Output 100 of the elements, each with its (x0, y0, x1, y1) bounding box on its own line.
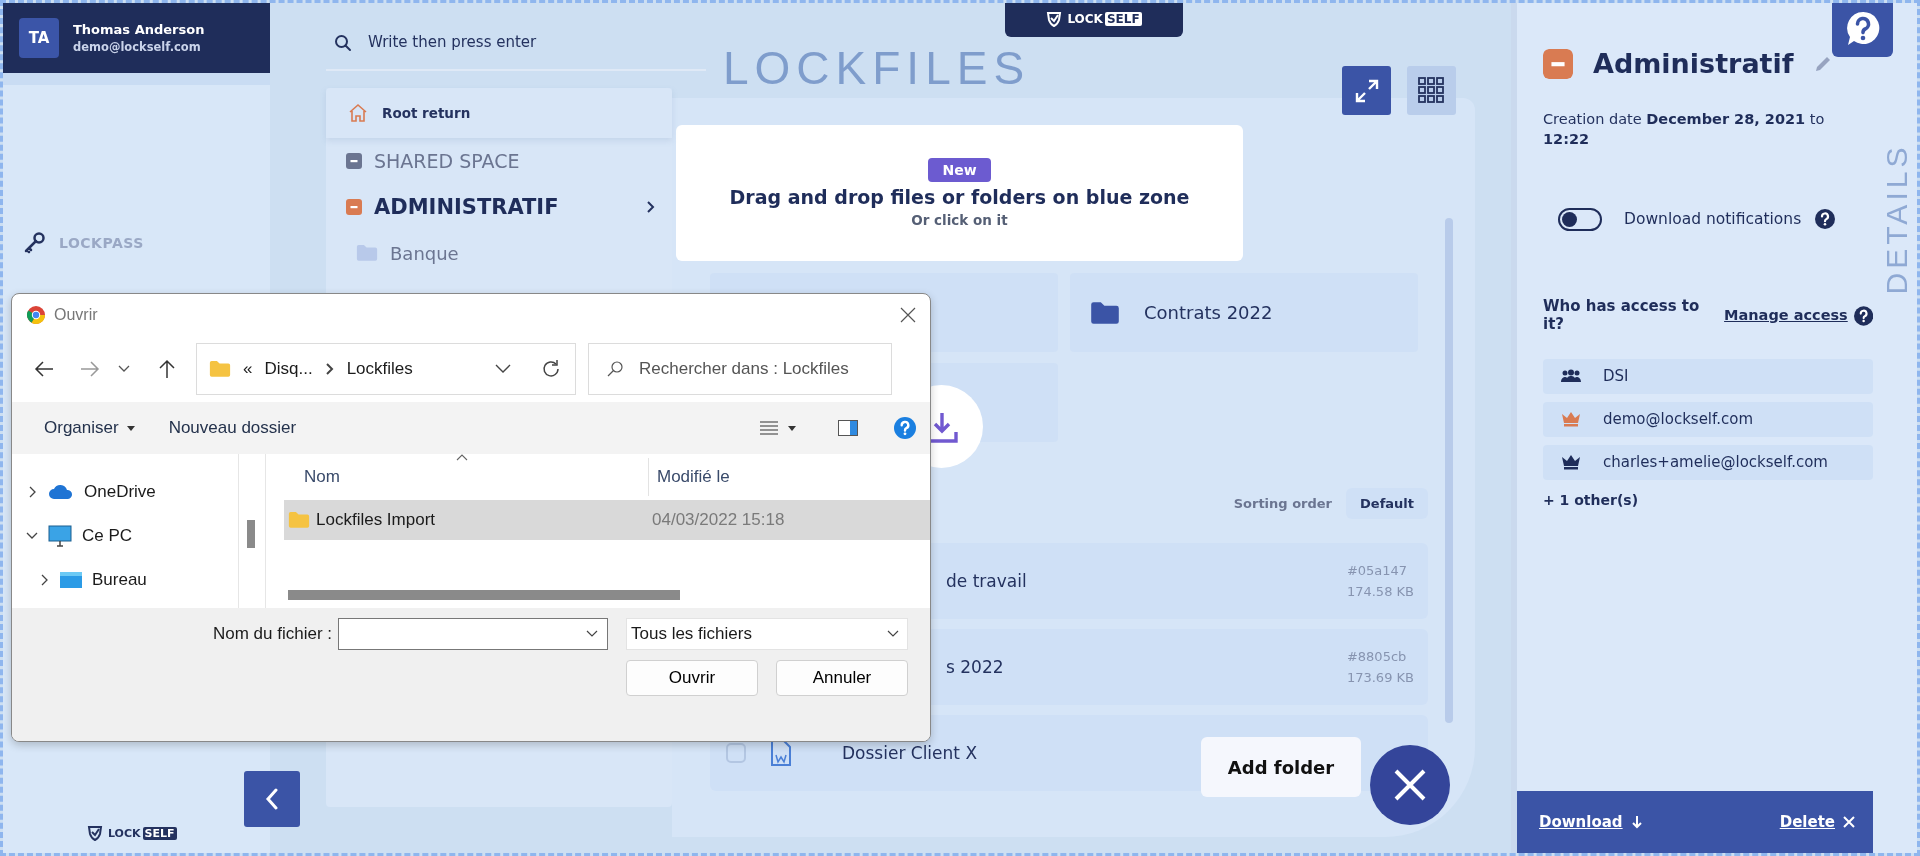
chevron-down-icon[interactable] (118, 365, 130, 373)
folder-icon (209, 360, 231, 378)
close-icon (1392, 767, 1428, 803)
chevron-down-icon (887, 630, 899, 638)
dialog-button[interactable]: Annuler (776, 660, 908, 696)
organize-menu[interactable]: Organiser (40, 414, 139, 442)
search-icon (606, 360, 624, 378)
folder-tile[interactable]: Contrats 2022 (1070, 273, 1418, 352)
access-row: DSI (1543, 358, 1873, 394)
key-icon (23, 232, 45, 254)
chevron-right-icon (646, 200, 656, 214)
back-arrow-icon[interactable] (34, 360, 54, 378)
background-title: LOCKFILES (723, 43, 1031, 93)
filename-label: Nom du fichier : (212, 624, 332, 644)
delete-link[interactable]: Delete (1779, 813, 1855, 831)
access-title: Who has access to it? (1543, 296, 1701, 333)
column-header[interactable]: Nom (304, 458, 649, 496)
back-button[interactable] (244, 771, 300, 827)
search-field[interactable]: Rechercher dans : Lockfiles (588, 343, 892, 395)
cloud-icon (48, 484, 74, 500)
grid-icon (1417, 76, 1446, 105)
help-icon (1853, 305, 1873, 326)
scrollbar[interactable] (247, 520, 255, 548)
scrollbar[interactable] (1445, 218, 1453, 723)
dialog-title: Ouvrir (54, 306, 99, 324)
expand-icon (1353, 77, 1380, 104)
column-header[interactable]: Modifié le (649, 467, 730, 487)
nav-tree-item[interactable]: Bureau (26, 560, 238, 600)
manage-access-link[interactable]: Manage access (1724, 306, 1848, 323)
monitor-icon (48, 525, 72, 547)
grid-view-button[interactable] (1407, 66, 1456, 115)
nav-tree-item[interactable]: Ce PC (26, 516, 238, 556)
help-button[interactable] (1832, 3, 1893, 57)
access-row: charles+amelie@lockself.com (1543, 444, 1873, 480)
up-arrow-icon[interactable] (158, 359, 176, 379)
logo-text: SELF (142, 826, 177, 840)
chevron-down-icon (495, 364, 511, 374)
folder-icon (356, 244, 378, 262)
list-view-icon (760, 420, 778, 436)
folder-icon (1090, 300, 1120, 325)
scrollbar[interactable] (288, 590, 680, 600)
sort-caret-icon (456, 454, 468, 461)
file-size: 174.58 KB (1346, 584, 1414, 599)
help-icon (1815, 209, 1836, 230)
chevron-down-icon[interactable] (586, 630, 598, 638)
address-bar[interactable]: « Disq... Lockfiles (196, 343, 576, 395)
tree-item[interactable]: SHARED SPACE (326, 138, 672, 184)
tree-item[interactable]: Banque (326, 230, 672, 276)
chevron-right-icon (324, 362, 335, 376)
people-icon (1561, 369, 1581, 384)
file-row[interactable]: Lockfiles Import 04/03/2022 15:18 (284, 500, 930, 540)
sorting-label: Sorting order (1233, 496, 1333, 511)
nav-tree-item[interactable]: OneDrive (26, 472, 238, 512)
access-row: demo@lockself.com (1543, 401, 1873, 437)
dialog-button[interactable]: Ouvrir (626, 660, 758, 696)
add-folder-button[interactable]: Add folder (1201, 737, 1361, 797)
new-badge: New (928, 158, 991, 182)
file-name: Dossier Client X (842, 743, 979, 763)
help-icon (894, 417, 916, 439)
home-icon (348, 103, 368, 123)
preview-pane-icon[interactable] (838, 420, 858, 436)
document-icon (770, 739, 792, 767)
user-name: Thomas Anderson (73, 22, 205, 37)
drop-zone-title: Drag and drop files or folders on blue zone (729, 186, 1190, 208)
file-type-dropdown[interactable]: Tous les fichiers (626, 618, 908, 650)
crown-icon (1561, 411, 1581, 428)
tree-item[interactable]: ADMINISTRATIF (326, 184, 672, 230)
file-hash: #8805cb (1346, 649, 1407, 664)
drop-zone[interactable]: New Drag and drop files or folders on blue zone Or click on it (676, 125, 1243, 261)
crown-icon (1561, 454, 1581, 471)
forward-arrow-icon[interactable] (80, 360, 100, 378)
logo-text: SELF (1104, 11, 1142, 26)
user-email: demo@lockself.com (73, 40, 202, 54)
toggle-switch[interactable] (1558, 207, 1602, 231)
file-name: de travail (946, 571, 1028, 591)
others-count: + 1 other(s) (1543, 491, 1640, 508)
desktop-icon (60, 572, 82, 588)
new-folder-button[interactable]: Nouveau dossier (164, 414, 301, 442)
caret-icon (126, 425, 135, 431)
logo-text: LOCK (1067, 11, 1103, 26)
sorting-dropdown[interactable]: Default (1346, 488, 1428, 519)
refresh-icon[interactable] (541, 359, 561, 379)
avatar: TA (19, 18, 59, 58)
overflow-mark: « (243, 359, 253, 379)
checkbox[interactable] (726, 743, 746, 763)
notification-label: Download notifications (1624, 210, 1802, 229)
arrow-down-icon (1630, 815, 1643, 829)
file-name: s 2022 (946, 657, 1005, 677)
breadcrumb[interactable]: Disq... (264, 359, 313, 379)
download-link[interactable]: Download (1539, 813, 1643, 831)
expand-button[interactable] (1342, 66, 1391, 115)
breadcrumb[interactable]: Lockfiles (346, 359, 413, 379)
shield-icon (1046, 10, 1063, 27)
root-return-link[interactable]: Root return (326, 88, 672, 138)
file-size: 173.69 KB (1346, 670, 1414, 685)
shield-icon (87, 825, 103, 841)
folder-title: Administratif (1593, 48, 1794, 79)
search-field[interactable]: Write then press enter (326, 15, 706, 71)
filename-field[interactable] (338, 618, 608, 650)
close-icon[interactable] (900, 307, 916, 323)
